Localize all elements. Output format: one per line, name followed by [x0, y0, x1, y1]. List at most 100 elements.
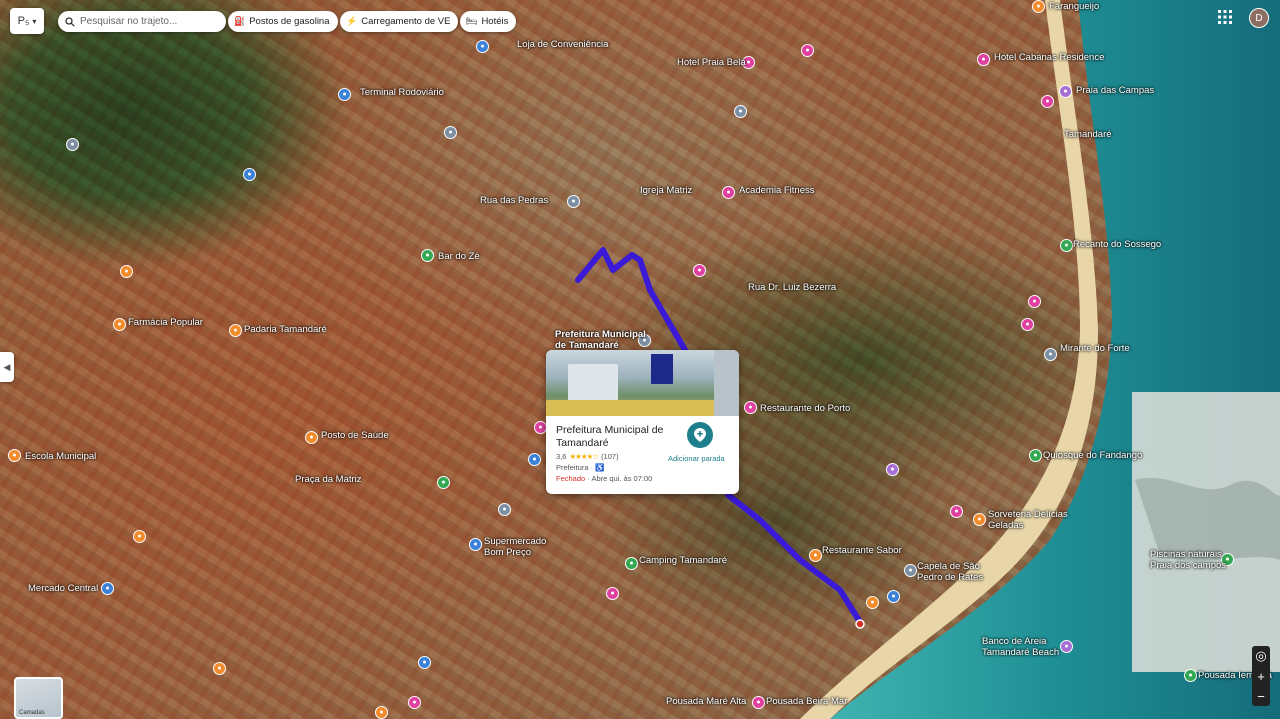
route-search-box[interactable] [58, 11, 226, 32]
place-category: Prefeitura · ♿ [556, 463, 605, 472]
place-pin[interactable]: ● [421, 249, 434, 262]
place-pin[interactable]: ● [904, 564, 917, 577]
map-label: Mirante do Forte [1060, 343, 1130, 354]
map-label: Farangueijo [1049, 1, 1100, 12]
place-pin[interactable]: ● [886, 463, 899, 476]
place-pin[interactable]: ● [66, 138, 79, 151]
add-location-icon [694, 428, 706, 442]
place-pin[interactable]: ● [734, 105, 747, 118]
map-label: Praia das Campas [1076, 85, 1155, 96]
place-pin[interactable]: ● [722, 186, 735, 199]
place-pin[interactable]: ● [1044, 348, 1057, 361]
travel-mode-label: P₅ [17, 15, 30, 27]
place-pin[interactable]: ● [866, 596, 879, 609]
place-pin[interactable]: ● [469, 538, 482, 551]
map-label: Supermercado Bom Preço [484, 536, 547, 558]
add-stop-button[interactable] [687, 422, 713, 448]
ev-charging-icon: ⚡ [346, 16, 358, 26]
hotel-icon: 🛏 [466, 16, 478, 26]
place-pin[interactable]: ● [752, 696, 765, 709]
chip-hotels[interactable]: 🛏 Hotéis [460, 11, 517, 32]
chip-label: Hotéis [481, 16, 509, 27]
place-pin[interactable]: ● [418, 656, 431, 669]
chip-label: Postos de gasolina [249, 16, 330, 27]
place-pin[interactable]: ● [973, 513, 986, 526]
place-pin[interactable]: ● [625, 557, 638, 570]
place-pin[interactable]: ● [1032, 0, 1045, 13]
place-pin[interactable]: ● [1184, 669, 1197, 682]
search-input[interactable] [80, 16, 215, 27]
add-stop-label[interactable]: Adicionar parada [668, 454, 725, 463]
place-pin[interactable]: ● [1060, 640, 1073, 653]
place-pin[interactable]: ● [498, 503, 511, 516]
zoom-controls: ◎ + − [1252, 646, 1270, 706]
map-label: Terminal Rodoviário [360, 87, 444, 98]
place-pin[interactable]: ● [338, 88, 351, 101]
place-pin[interactable]: ● [375, 706, 388, 719]
wheelchair-icon: ♿ [595, 463, 605, 472]
avatar[interactable]: D [1249, 8, 1269, 28]
place-pin[interactable]: ● [113, 318, 126, 331]
place-pin[interactable]: ● [1059, 85, 1072, 98]
gas-station-icon: ⛽ [234, 16, 246, 26]
zoom-out-button[interactable]: − [1252, 686, 1270, 706]
map-label: Igreja Matriz [640, 185, 693, 196]
map-label: Rua das Pedras [480, 195, 549, 206]
route-origin-label: Prefeitura Municipal de Tamandaré [555, 329, 646, 351]
place-pin[interactable]: ● [213, 662, 226, 675]
zoom-in-button[interactable]: + [1252, 666, 1270, 686]
place-pin[interactable]: ● [133, 530, 146, 543]
collapse-panel-button[interactable]: ◀ [0, 352, 14, 382]
layers-label: Camadas [19, 710, 45, 716]
place-rating: 3,6 ★★★★☆ (107) [556, 452, 619, 461]
place-pin[interactable]: ● [476, 40, 489, 53]
place-info-card[interactable]: Prefeitura Municipal de Tamandaré 3,6 ★★… [546, 350, 739, 494]
place-pin[interactable]: ● [977, 53, 990, 66]
travel-mode-selector[interactable]: P₅ ▾ [10, 8, 44, 34]
place-pin[interactable]: ● [1041, 95, 1054, 108]
place-pin[interactable]: ● [1021, 318, 1034, 331]
place-pin[interactable]: ● [305, 431, 318, 444]
search-icon [65, 16, 75, 27]
map-label: Hotel Cabanas Residence [994, 52, 1105, 63]
place-pin[interactable]: ● [801, 44, 814, 57]
place-pin[interactable]: ● [567, 195, 580, 208]
map-label: Farmácia Popular [128, 317, 203, 328]
place-pin[interactable]: ● [120, 265, 133, 278]
map-label: Loja de Conveniência [517, 39, 609, 50]
map-label: Padaria Tamandaré [244, 324, 327, 335]
chip-ev-charging[interactable]: ⚡ Carregamento de VE [340, 11, 459, 32]
place-pin[interactable]: ● [744, 401, 757, 414]
place-pin[interactable]: ● [1060, 239, 1073, 252]
place-pin[interactable]: ● [1029, 449, 1042, 462]
place-pin[interactable]: ● [693, 264, 706, 277]
map-label: Posto de Saúde [321, 430, 389, 441]
map-label: Quiosque do Fandango [1043, 450, 1143, 461]
place-pin[interactable]: ● [8, 449, 21, 462]
place-title[interactable]: Prefeitura Municipal de Tamandaré [556, 424, 676, 450]
place-pin[interactable]: ● [229, 324, 242, 337]
place-pin[interactable]: ● [408, 696, 421, 709]
star-rating-icon: ★★★★☆ [569, 452, 599, 461]
apps-grid-icon[interactable] [1218, 10, 1236, 28]
place-pin[interactable]: ● [437, 476, 450, 489]
place-pin[interactable]: ● [950, 505, 963, 518]
place-pin[interactable]: ● [101, 582, 114, 595]
place-pin[interactable]: ● [809, 549, 822, 562]
place-pin[interactable]: ● [887, 590, 900, 603]
place-pin[interactable]: ● [444, 126, 457, 139]
map-label: Pousada Beira Mar [766, 696, 848, 707]
chip-gas-stations[interactable]: ⛽ Postos de gasolina [228, 11, 338, 32]
my-location-icon[interactable]: ◎ [1252, 646, 1270, 666]
place-photo[interactable] [546, 350, 739, 416]
place-pin[interactable]: ● [243, 168, 256, 181]
place-pin[interactable]: ● [528, 453, 541, 466]
map-label: Praça da Matriz [295, 474, 362, 485]
map-label: Banco de Areia Tamandaré Beach [982, 636, 1060, 658]
place-pin[interactable]: ● [1028, 295, 1041, 308]
place-pin[interactable]: ● [606, 587, 619, 600]
layers-button[interactable]: Camadas [14, 677, 63, 719]
map-label: Academia Fitness [739, 185, 815, 196]
map-label: Tamandaré [1064, 129, 1112, 140]
chip-label: Carregamento de VE [361, 16, 451, 27]
